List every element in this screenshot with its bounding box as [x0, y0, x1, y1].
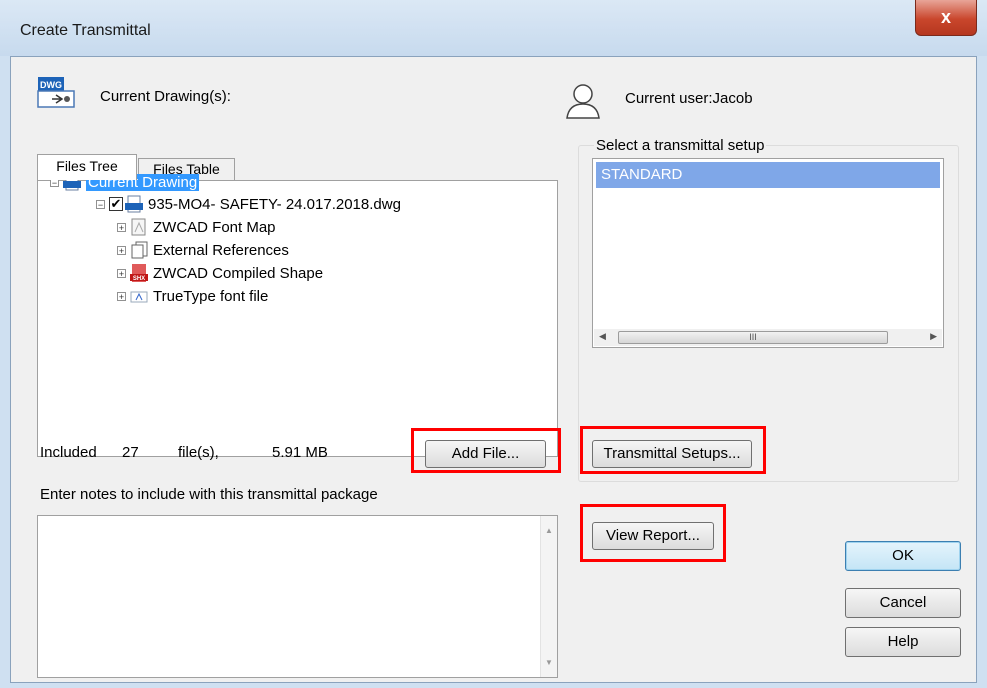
tree-item-font-map[interactable]: + ZWCAD Font Map — [117, 216, 276, 238]
tree-item-compiled-shape[interactable]: + SHX ZWCAD Compiled Shape — [117, 262, 323, 284]
help-button[interactable]: Help — [845, 627, 961, 657]
scroll-left-icon[interactable]: ◀ — [599, 331, 606, 342]
truetype-font-icon — [130, 291, 148, 303]
expand-icon[interactable]: + — [117, 245, 126, 255]
highlight-box-add-file — [411, 428, 561, 473]
external-references-icon — [131, 241, 148, 259]
drawing-icon: DWG — [36, 75, 80, 111]
font-map-icon — [131, 218, 146, 236]
dwg-file-icon — [125, 195, 143, 213]
tree-item-truetype-font[interactable]: + TrueType font file — [117, 285, 268, 307]
tree-item-label: ZWCAD Compiled Shape — [153, 264, 324, 282]
tree-item-external-references[interactable]: + External References — [117, 239, 289, 261]
tab-files-tree[interactable]: Files Tree — [37, 154, 137, 180]
files-tree-panel[interactable]: − Current Drawing − ✔ 935-MO4- SAFETY- 2… — [37, 173, 558, 457]
collapse-icon[interactable]: − — [96, 199, 105, 209]
svg-text:DWG: DWG — [40, 80, 62, 90]
expand-icon[interactable]: + — [117, 268, 126, 278]
scroll-thumb[interactable]: III — [618, 331, 888, 344]
close-button[interactable]: x — [915, 0, 977, 36]
setup-label: Select a transmittal setup — [594, 137, 767, 154]
svg-text:SHX: SHX — [133, 276, 145, 282]
user-icon — [563, 82, 603, 120]
highlight-box-transmittal-setups — [580, 426, 766, 474]
transmittal-setup-list[interactable]: STANDARD ◀ III ▶ — [592, 158, 944, 348]
cancel-button[interactable]: Cancel — [845, 588, 961, 618]
tree-item-drawing-file[interactable]: − ✔ 935-MO4- SAFETY- 24.017.2018.dwg — [96, 193, 401, 215]
current-drawings-label: Current Drawing(s): — [100, 88, 231, 105]
scroll-down-icon[interactable]: ▼ — [545, 658, 553, 667]
scroll-up-icon[interactable]: ▲ — [545, 526, 553, 535]
files-label: file(s), — [178, 444, 219, 461]
tree-item-label: 935-MO4- SAFETY- 24.017.2018.dwg — [148, 195, 401, 213]
included-count: 27 — [122, 444, 139, 461]
total-size: 5.91 MB — [272, 444, 328, 461]
tree-item-label: ZWCAD Font Map — [153, 218, 276, 236]
ok-button[interactable]: OK — [845, 541, 961, 571]
tree-item-label: TrueType font file — [153, 287, 269, 305]
notes-textarea[interactable]: ▲ ▼ — [37, 515, 558, 678]
expand-icon[interactable]: + — [117, 291, 126, 301]
window-title: Create Transmittal — [20, 22, 151, 39]
setup-list-item[interactable]: STANDARD — [596, 162, 940, 188]
highlight-box-view-report — [580, 504, 726, 562]
tree-item-label: External References — [153, 241, 289, 259]
included-label: Included — [40, 444, 97, 461]
expand-icon[interactable]: + — [117, 222, 126, 232]
scroll-right-icon[interactable]: ▶ — [930, 331, 937, 342]
horizontal-scrollbar[interactable]: ◀ III ▶ — [594, 329, 942, 346]
current-user-label: Current user:Jacob — [625, 90, 753, 107]
tab-files-tree-label: Files Tree — [56, 158, 118, 174]
shx-icon: SHX — [130, 264, 148, 282]
checkbox[interactable]: ✔ — [109, 197, 123, 211]
notes-scrollbar[interactable]: ▲ ▼ — [540, 516, 557, 677]
notes-label: Enter notes to include with this transmi… — [40, 486, 378, 503]
